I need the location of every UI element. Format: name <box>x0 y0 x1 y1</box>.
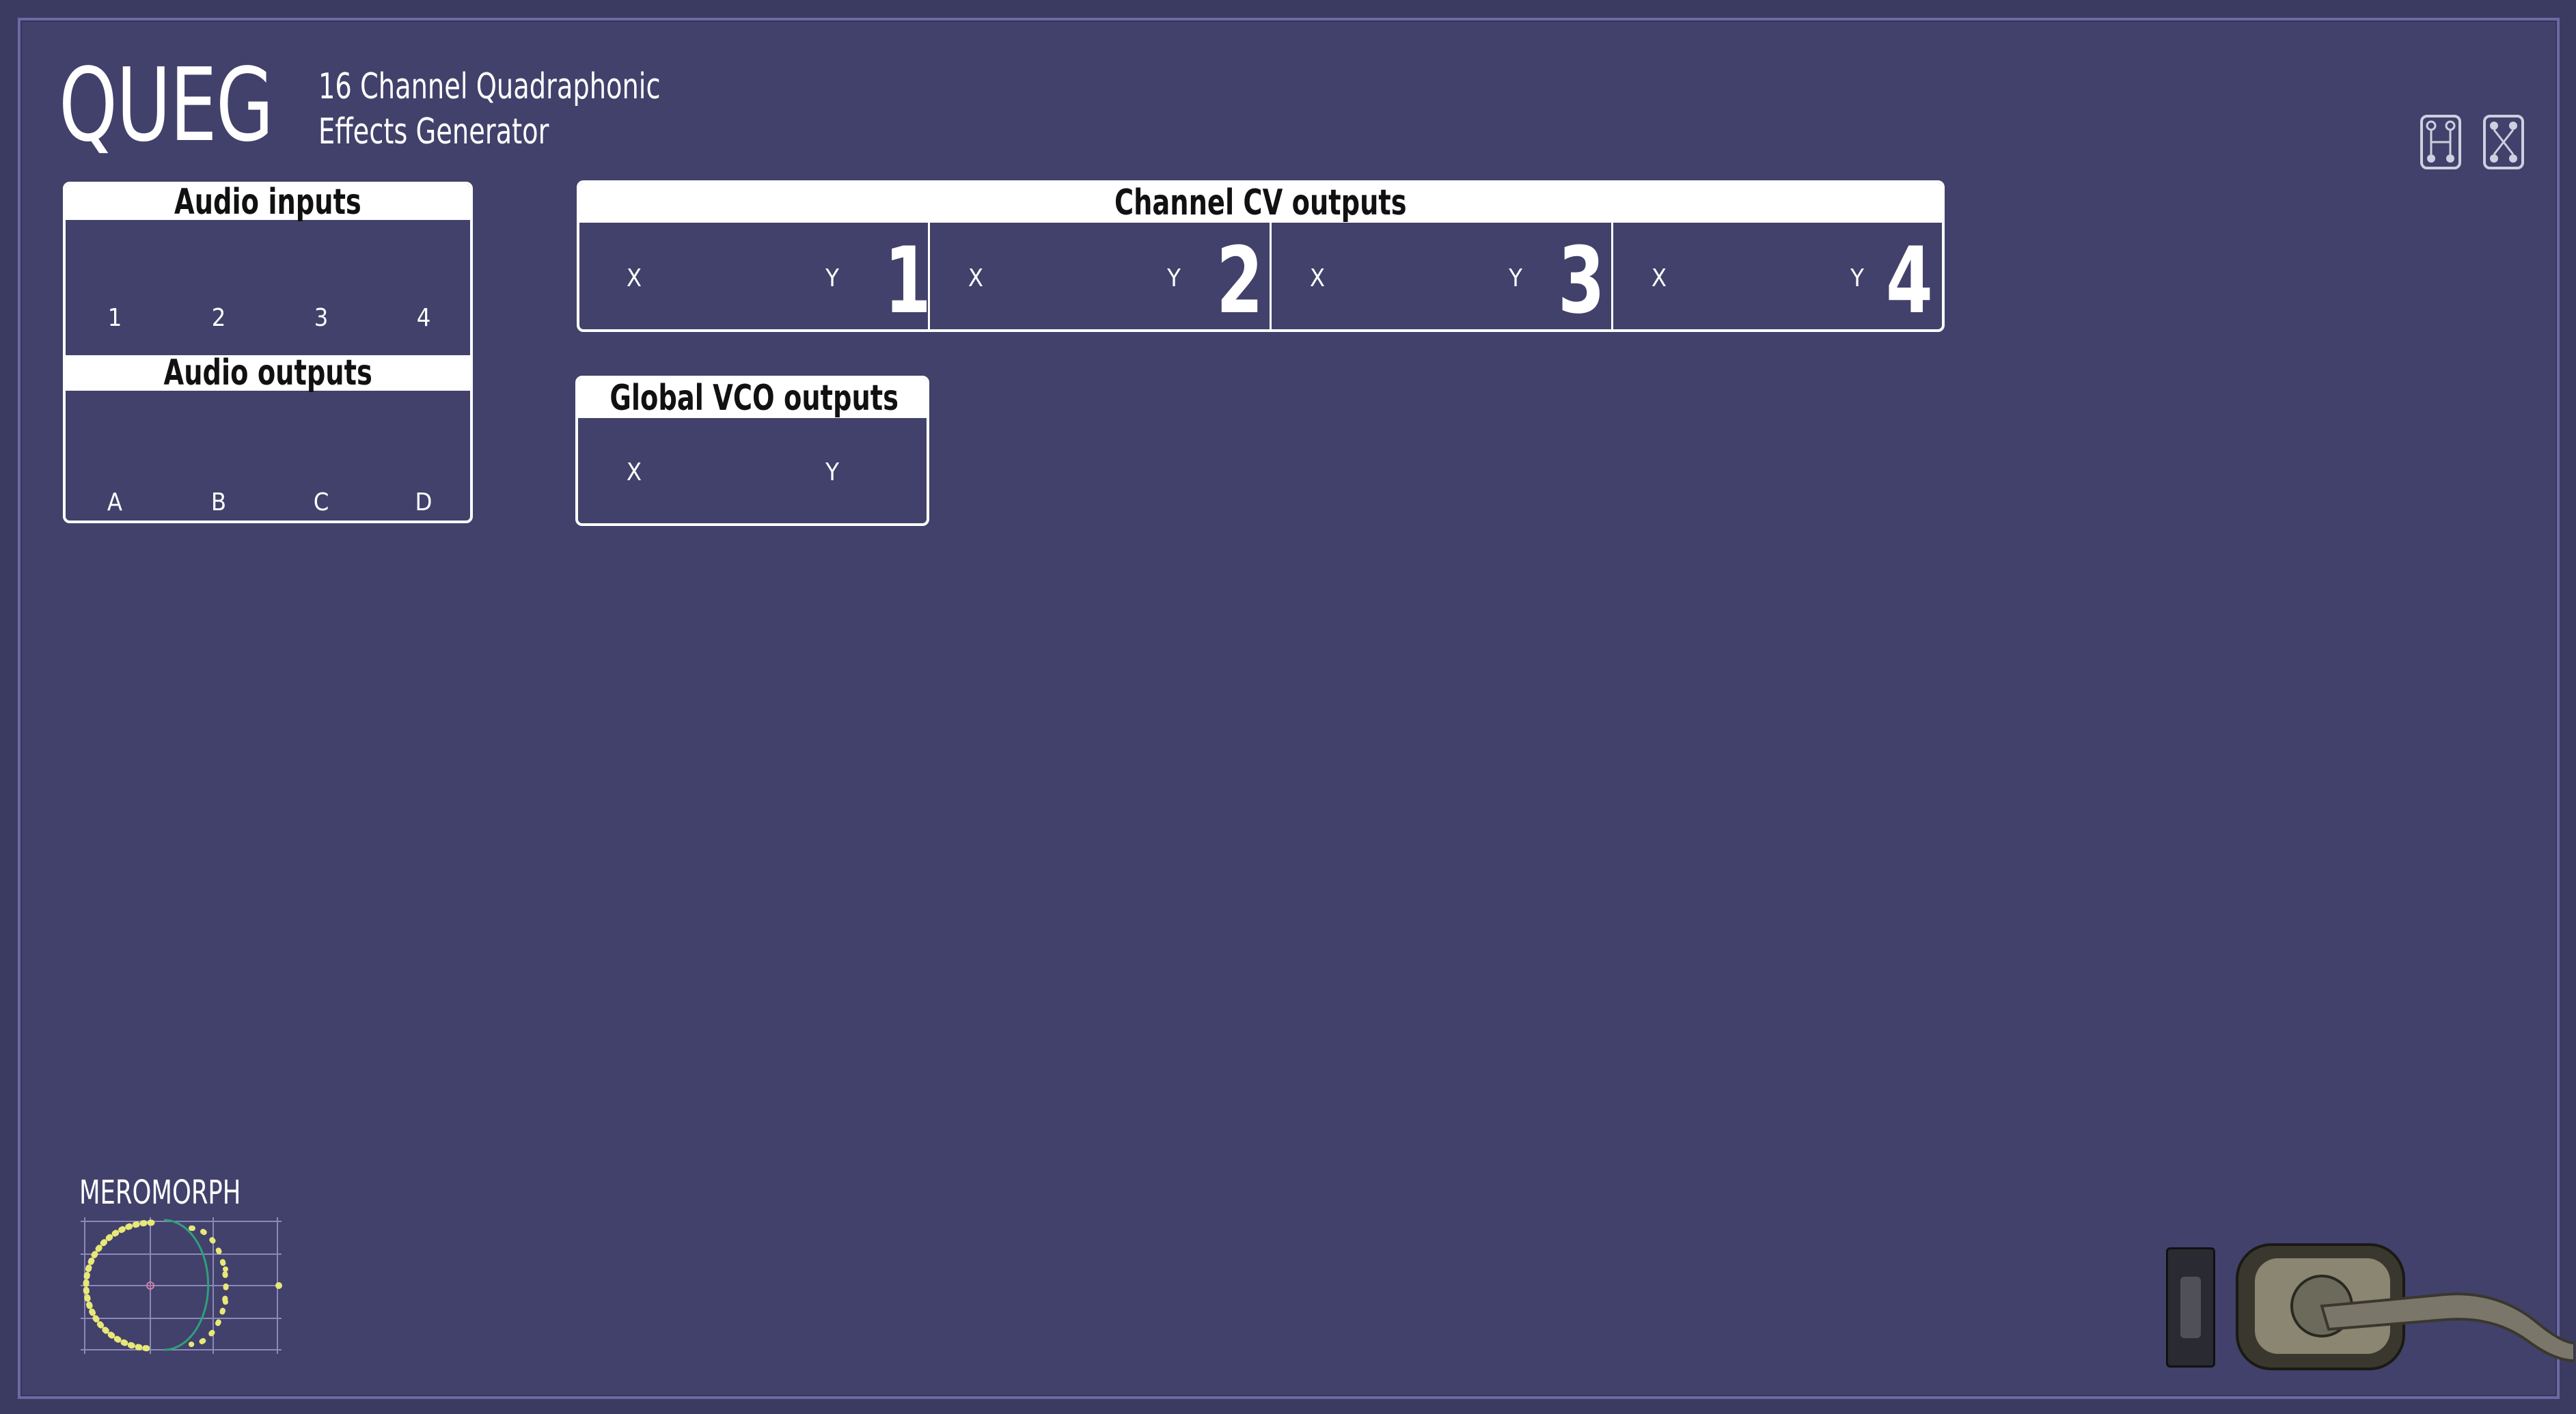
channel-2-number: 2 <box>1216 227 1263 332</box>
channel-4-y-label: Y <box>1850 264 1864 292</box>
audio-input-label-1: 1 <box>107 304 122 332</box>
channel-1-y-label: Y <box>825 264 839 292</box>
toggle-switch-icon[interactable] <box>2166 1247 2215 1368</box>
audio-inputs-heading: Audio inputs <box>66 184 470 220</box>
global-vco-y-label: Y <box>825 458 839 486</box>
door-handle-icon[interactable] <box>2233 1240 2575 1373</box>
audio-output-label-d: D <box>415 488 433 516</box>
layout-h-icon[interactable] <box>2420 115 2461 169</box>
audio-io-box: Audio inputs 1 2 3 4 Audio outputs A B C… <box>63 182 473 523</box>
channel-1-number: 1 <box>884 227 931 332</box>
audio-outputs-heading: Audio outputs <box>66 355 470 391</box>
global-vco-heading: Global VCO outputs <box>578 378 927 418</box>
channel-divider <box>1611 219 1613 329</box>
channel-2-y-label: Y <box>1167 264 1181 292</box>
global-vco-x-label: X <box>626 458 642 486</box>
channel-cv-box: Channel CV outputs X Y 1 X Y 2 X Y 3 X Y… <box>577 180 1945 332</box>
layout-tree-icon[interactable] <box>2483 115 2524 169</box>
channel-divider <box>928 219 930 329</box>
brand-name: MEROMORPH <box>79 1174 241 1212</box>
channel-4-x-label: X <box>1651 264 1667 292</box>
channel-3-y-label: Y <box>1509 264 1522 292</box>
subtitle-line-2: Effects Generator <box>318 111 549 152</box>
channel-3-x-label: X <box>1309 264 1326 292</box>
audio-input-label-2: 2 <box>211 304 226 332</box>
audio-output-label-a: A <box>107 488 123 516</box>
channel-1-x-label: X <box>626 264 642 292</box>
channel-divider <box>1270 219 1272 329</box>
meromorph-logo-icon <box>81 1217 282 1354</box>
channel-4-number: 4 <box>1886 227 1933 332</box>
audio-output-label-b: B <box>210 488 227 516</box>
subtitle-line-1: 16 Channel Quadraphonic <box>318 66 661 107</box>
module-subtitle: 16 Channel Quadraphonic Effects Generato… <box>318 64 661 154</box>
channel-2-x-label: X <box>968 264 984 292</box>
channel-3-number: 3 <box>1558 227 1605 332</box>
audio-input-label-3: 3 <box>314 304 329 332</box>
audio-output-label-c: C <box>313 488 329 516</box>
global-vco-box: Global VCO outputs X Y <box>575 376 929 526</box>
channel-cv-heading: Channel CV outputs <box>579 183 1942 223</box>
module-title: QUEG <box>59 46 274 164</box>
audio-input-label-4: 4 <box>416 304 431 332</box>
